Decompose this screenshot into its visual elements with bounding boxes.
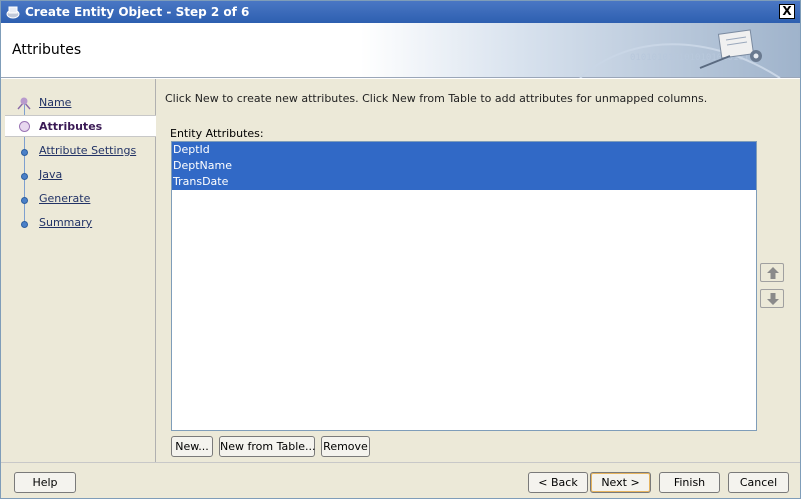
title-bar[interactable]: Create Entity Object - Step 2 of 6 X — [1, 1, 800, 23]
app-icon — [6, 6, 20, 19]
close-button[interactable]: X — [779, 4, 795, 19]
nav-item-attribute-settings[interactable]: Attribute Settings — [5, 140, 156, 162]
step-dot-icon — [21, 221, 28, 228]
nav-item-summary[interactable]: Summary — [5, 212, 156, 234]
new-button[interactable]: New... — [171, 436, 213, 457]
nav-label-java[interactable]: Java — [39, 168, 62, 181]
new-from-table-button[interactable]: New from Table... — [219, 436, 316, 457]
nav-label-attribute-settings[interactable]: Attribute Settings — [39, 144, 136, 157]
entity-attributes-list[interactable]: DeptId DeptName TransDate — [171, 141, 757, 431]
nav-label-name[interactable]: Name — [39, 96, 71, 109]
arrow-down-icon — [767, 293, 779, 305]
attributes-panel: Click New to create new attributes. Clic… — [156, 79, 800, 462]
help-button[interactable]: Help — [14, 472, 76, 493]
entity-attributes-label: Entity Attributes: — [170, 127, 264, 140]
nav-label-attributes: Attributes — [39, 120, 103, 133]
move-up-button[interactable] — [760, 263, 784, 282]
current-step-icon — [19, 121, 30, 132]
step-dot-icon — [21, 197, 28, 204]
list-item[interactable]: TransDate — [172, 174, 756, 190]
step-dot-icon — [21, 173, 28, 180]
list-item[interactable]: DeptName — [172, 158, 756, 174]
visited-step-icon — [17, 97, 31, 110]
page-title: Attributes — [12, 42, 82, 58]
wizard-footer: Help < Back Next > Finish Cancel — [1, 462, 800, 498]
instructions-text: Click New to create new attributes. Clic… — [165, 92, 708, 105]
finish-button[interactable]: Finish — [659, 472, 720, 493]
next-button[interactable]: Next > — [590, 472, 651, 493]
remove-button[interactable]: Remove — [321, 436, 370, 457]
window-title: Create Entity Object - Step 2 of 6 — [25, 5, 250, 19]
wizard-steps-nav: Name Attributes Attribute Settings Java … — [5, 79, 156, 462]
cancel-button[interactable]: Cancel — [728, 472, 789, 493]
nav-item-attributes[interactable]: Attributes — [5, 115, 156, 137]
header-graphic-icon: 0101010101010101010101 — [579, 29, 781, 78]
step-dot-icon — [21, 149, 28, 156]
arrow-up-icon — [767, 267, 779, 279]
list-item[interactable]: DeptId — [172, 142, 756, 158]
nav-item-name[interactable]: Name — [5, 92, 156, 114]
nav-label-summary[interactable]: Summary — [39, 216, 92, 229]
nav-item-generate[interactable]: Generate — [5, 188, 156, 210]
nav-item-java[interactable]: Java — [5, 164, 156, 186]
nav-label-generate[interactable]: Generate — [39, 192, 90, 205]
page-header: Attributes 0101010101010101010101 — [1, 23, 800, 78]
back-button[interactable]: < Back — [528, 472, 588, 493]
move-down-button[interactable] — [760, 289, 784, 308]
wizard-window: Create Entity Object - Step 2 of 6 X Att… — [0, 0, 801, 499]
